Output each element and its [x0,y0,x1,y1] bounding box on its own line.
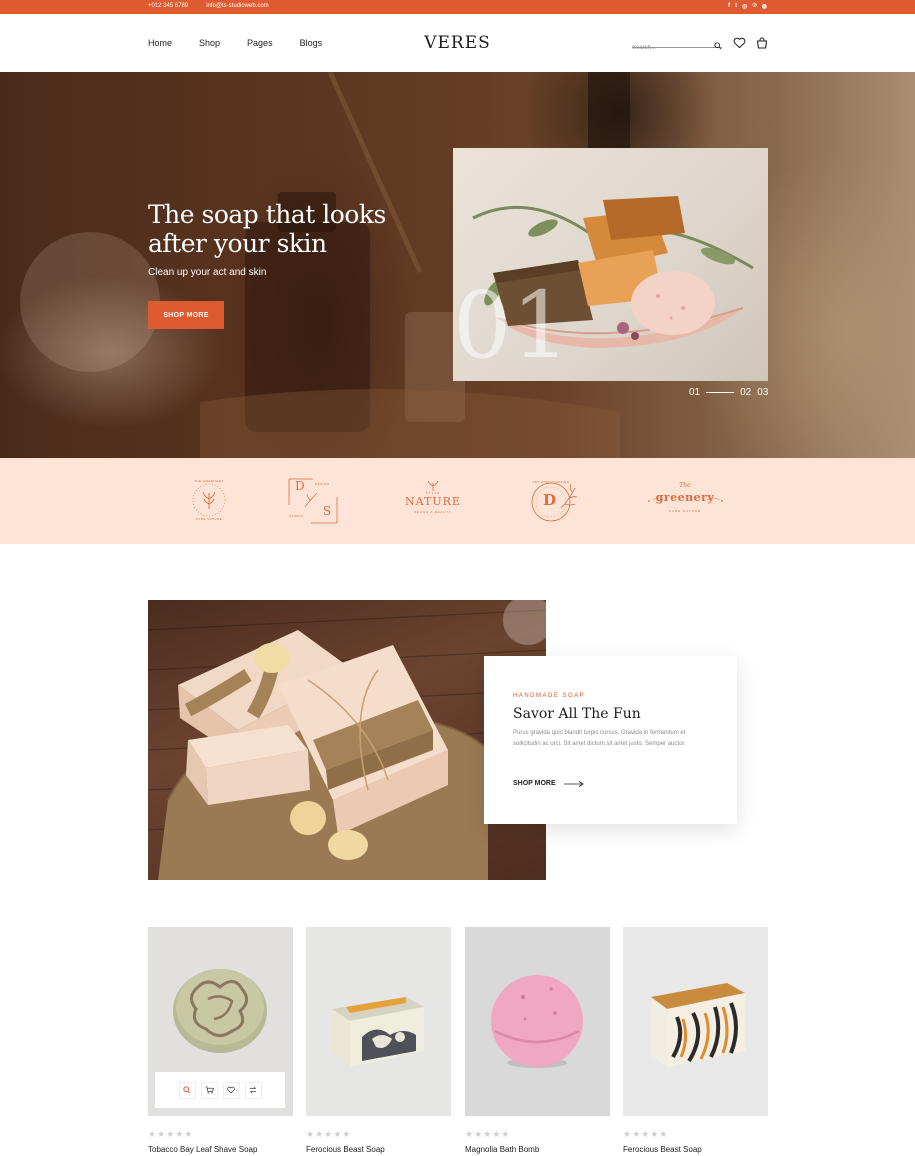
hero-title: The soap that looks after your skin [148,200,386,258]
site-logo[interactable]: VERES [0,33,915,53]
brand-logo-greenery-script[interactable]: The greenery PURE NATURE [643,480,727,522]
facebook-icon[interactable]: f [728,3,730,10]
brand-2-word-studio: STUDIO [289,514,304,518]
instagram-icon[interactable]: ◎ [742,3,747,10]
feature-title: Savor All The Fun [513,706,641,722]
wishlist-icon[interactable] [222,1081,240,1099]
brand-2-letter-d: D [295,479,305,493]
brand-2-word-design: DESIGN [315,482,330,486]
brand-3-small-bottom: BRAND & BEAUTY [414,510,452,514]
site-header: Home Shop Pages Blogs VERES [0,14,915,72]
slide-number-watermark: 01 [453,272,571,379]
product-quick-actions [155,1072,285,1108]
brand-logo-art-handcrafting[interactable]: D ART HANDCRAFTING [527,478,585,524]
wishlist-heart-icon[interactable] [733,36,746,54]
brand-5-script: The [679,482,691,489]
rating-stars: ★★★★★ [465,1129,511,1139]
bar-soap-illustration [332,997,424,1067]
rating-stars: ★★★★★ [148,1129,194,1139]
brand-logo-nature[interactable]: STYLE NATURE BRAND & BEAUTY [400,480,466,522]
search-icon[interactable] [714,37,722,55]
hero-subtitle: Clean up your act and skin [148,267,267,278]
search-box [632,36,722,53]
brand-3-main: NATURE [405,495,461,508]
brand-5-small: PURE NATURE [668,509,702,513]
rating-stars: ★★★★★ [623,1129,669,1139]
pinterest-icon[interactable]: ℗ [752,3,756,10]
slide-next[interactable]: 02 [740,387,751,398]
feature-link-label: SHOP MORE [513,780,556,787]
product-image[interactable] [148,927,293,1116]
hero-banner: The soap that looks after your skin Clea… [0,72,915,458]
twitter-icon[interactable]: t [735,3,737,10]
product-card[interactable]: ★★★★★ Magnolia Bath Bomb [465,927,610,1154]
marbled-soap-illustration [651,983,745,1067]
brand-4-ring-text: ART HANDCRAFTING [532,480,570,484]
brand-1-bottom-text: PURE NATURE [195,517,223,521]
feature-shop-more-link[interactable]: SHOP MORE [513,780,584,787]
brand-logos-band: THE GREENERY PURE NATURE D S DESIGN STUD… [0,458,915,544]
product-card[interactable]: ★★★★★ Ferocious Beast Soap [623,927,768,1154]
product-image[interactable] [465,927,610,1116]
slide-last[interactable]: 03 [757,387,768,398]
product-name[interactable]: Ferocious Beast Soap [306,1145,451,1154]
social-links: f t ◎ ℗ ◍ [728,3,767,10]
slide-current[interactable]: 01 [689,387,700,398]
rating-stars: ★★★★★ [306,1129,352,1139]
brand-5-main: greenery [655,491,715,504]
quick-view-search-icon[interactable] [178,1081,196,1099]
search-input[interactable] [632,43,710,53]
product-card[interactable]: ★★★★★ Ferocious Beast Soap [306,927,451,1154]
product-image[interactable] [623,927,768,1116]
email-address[interactable]: info@ts-studioweb.com [206,3,268,9]
brand-logo-design-studio[interactable]: D S DESIGN STUDIO [287,477,339,525]
arrow-right-icon [563,780,584,787]
top-bar: +012 345 6789 info@ts-studioweb.com f t … [0,0,915,14]
product-name[interactable]: Magnolia Bath Bomb [465,1145,610,1154]
product-name[interactable]: Ferocious Beast Soap [623,1145,768,1154]
product-name[interactable]: Tobacco Bay Leaf Shave Soap [148,1145,293,1154]
feature-card: HANDMADE SOAP Savor All The Fun Purus gr… [484,656,737,824]
product-card[interactable]: ★★★★★ Tobacco Bay Leaf Shave Soap [148,927,293,1154]
feature-eyebrow: HANDMADE SOAP [513,693,586,699]
brand-logo-greenery-circle[interactable]: THE GREENERY PURE NATURE [186,477,232,523]
brand-1-top-text: THE GREENERY [194,479,224,483]
cart-bag-icon[interactable] [756,36,768,54]
add-to-cart-icon[interactable] [200,1081,218,1099]
bath-bomb-illustration [491,975,583,1068]
phone-number[interactable]: +012 345 6789 [148,3,188,9]
shop-more-button[interactable]: SHOP MORE [148,301,224,329]
product-image[interactable] [306,927,451,1116]
slide-progress-line [706,392,735,393]
compare-icon[interactable] [244,1081,262,1099]
dribbble-icon[interactable]: ◍ [762,3,767,10]
brand-2-letter-s: S [323,504,332,518]
brand-4-letter: D [543,491,557,509]
slide-pagination: 01 02 03 [689,387,768,398]
feature-description: Purus gravida quis blandit turpis cursus… [513,730,686,747]
